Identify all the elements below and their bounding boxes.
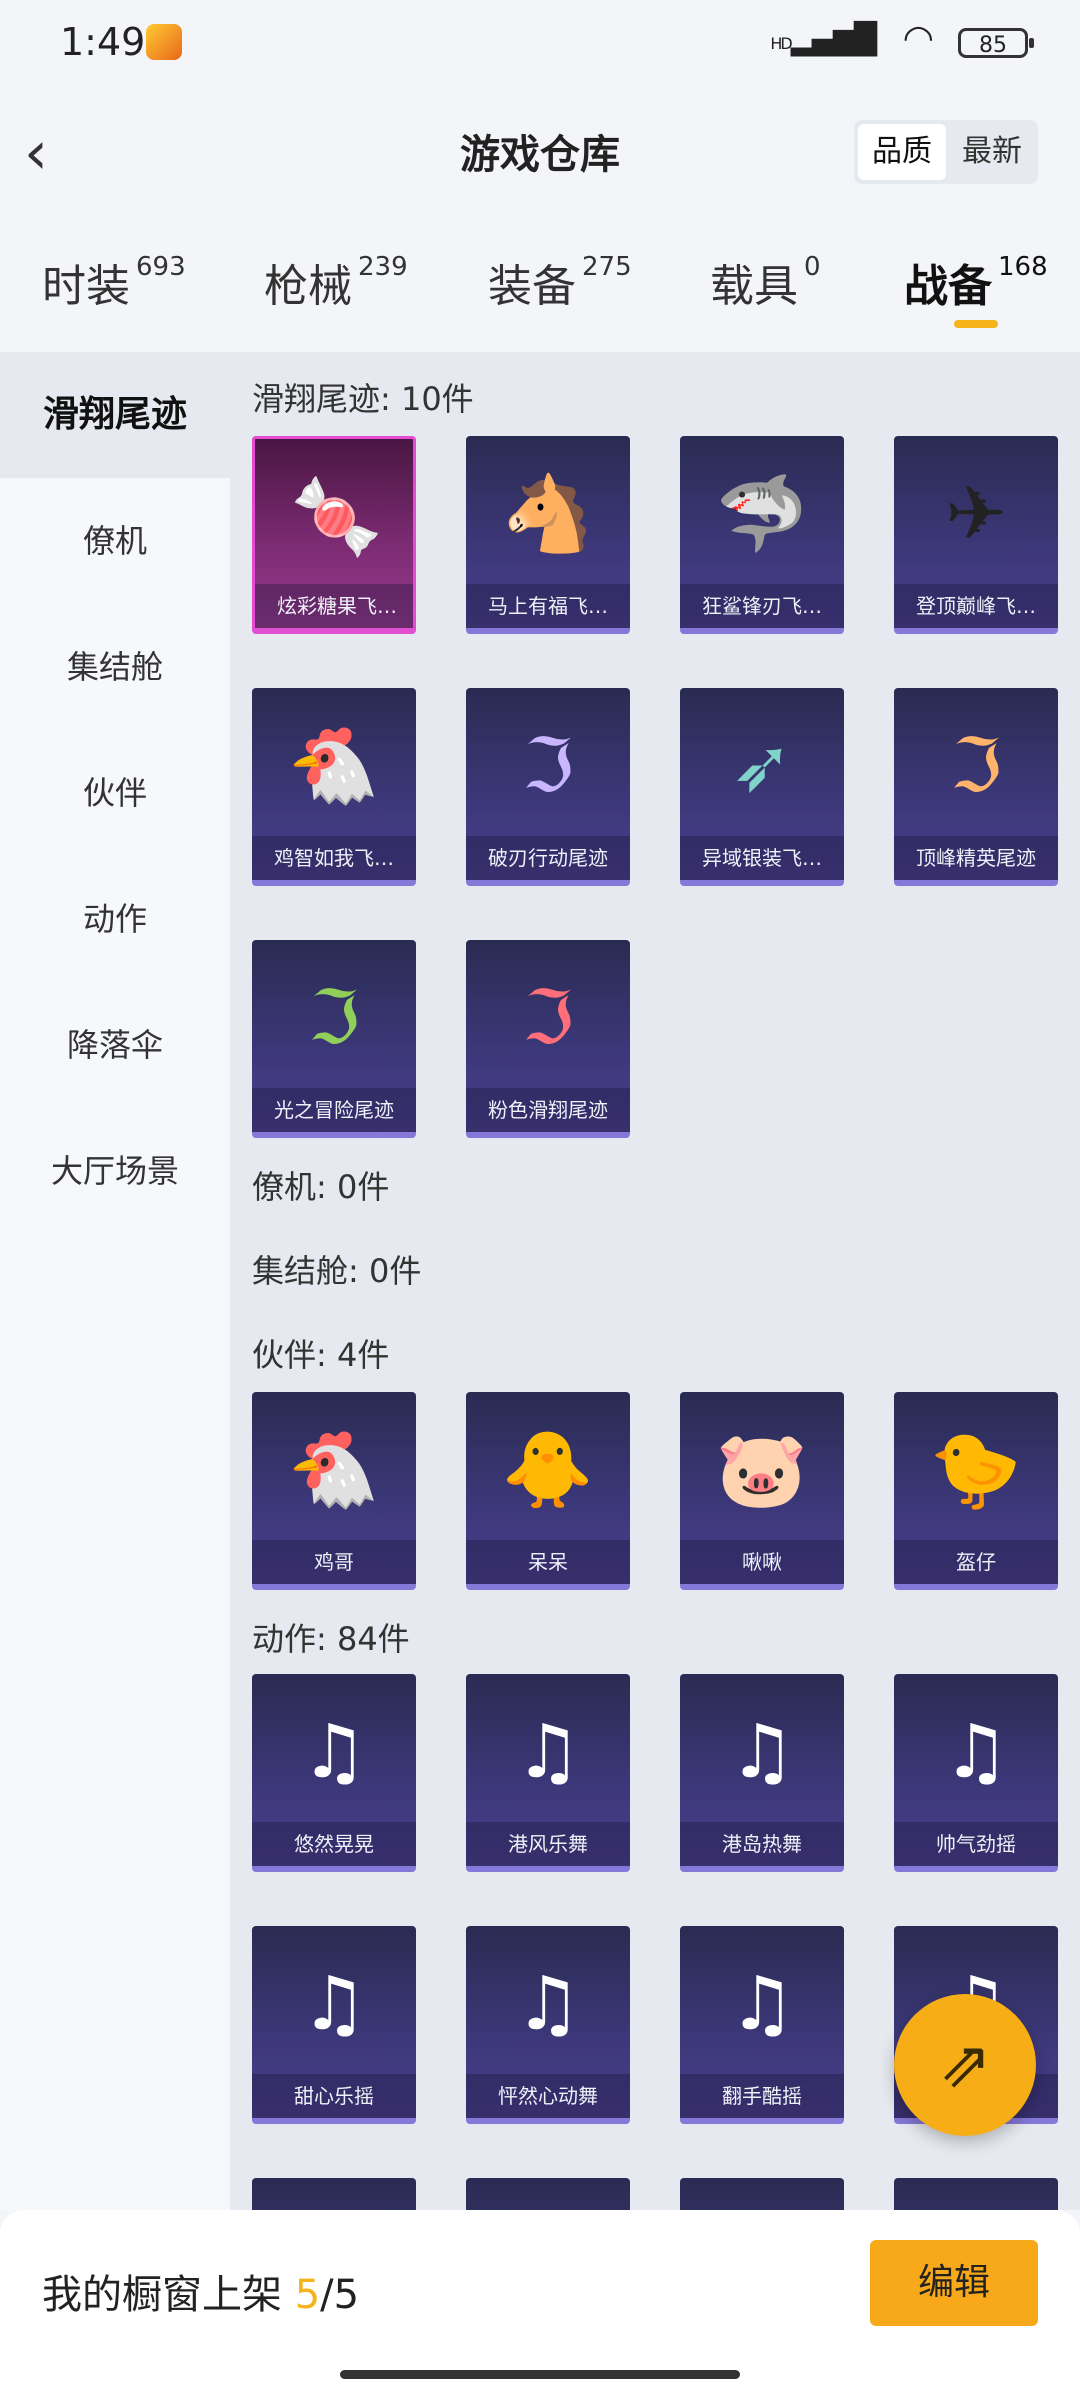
item-card[interactable] [894, 2178, 1058, 2210]
chicken-icon: 🐔 [287, 723, 381, 809]
item-card[interactable]: ♫ 翻手酷摇 [680, 1926, 844, 2124]
sidebar-item-wingman[interactable]: 僚机 [0, 478, 230, 604]
sidebar-item-glide-trail[interactable]: 滑翔尾迹 [0, 352, 230, 478]
candy-trail-icon: 🍬 [290, 474, 384, 560]
item-card[interactable]: ♫ 帅气劲摇 [894, 1674, 1058, 1872]
item-card[interactable] [466, 2178, 630, 2210]
section-title-pod: 集结舱: 0件 [252, 1252, 422, 1290]
status-bar: 1:49 HD▂▄▆█ ◠ 85 [0, 0, 1080, 90]
tab-fashion[interactable]: 时装 693 [42, 250, 186, 320]
signal-icon: HD▂▄▆█ [770, 22, 877, 57]
sort-newest-option[interactable]: 最新 [948, 124, 1036, 180]
showcase-status: 我的橱窗上架 5/5 [42, 2272, 360, 2318]
section-title-partner: 伙伴: 4件 [252, 1336, 390, 1374]
toy-horse-icon: 🐴 [501, 471, 595, 557]
item-card[interactable] [252, 2178, 416, 2210]
edit-button[interactable]: 编辑 [870, 2240, 1038, 2326]
sort-quality-option[interactable]: 品质 [858, 124, 946, 180]
item-card[interactable]: 🐔 鸡哥 [252, 1392, 416, 1590]
smoke-trail-icon: ℑ [308, 975, 360, 1061]
item-card[interactable]: 🐔 鸡智如我飞… [252, 688, 416, 886]
sidebar-item-lobby-scene[interactable]: 大厅场景 [0, 1108, 230, 1234]
sort-toggle[interactable]: 品质 最新 [854, 120, 1038, 184]
item-card[interactable]: ℑ 粉色滑翔尾迹 [466, 940, 630, 1138]
smoke-trail-icon: ℑ [522, 975, 574, 1061]
sidebar-item-partner[interactable]: 伙伴 [0, 730, 230, 856]
dance-icon: ♫ [728, 1709, 796, 1795]
shark-icon: 🦈 [715, 471, 809, 557]
smoke-trail-icon: ℑ [522, 723, 574, 809]
item-card[interactable]: 🐤 盔仔 [894, 1392, 1058, 1590]
item-card[interactable]: 🐴 马上有福飞… [466, 436, 630, 634]
tab-guns[interactable]: 枪械 239 [264, 250, 408, 320]
dance-icon: ♫ [514, 1709, 582, 1795]
sidebar-item-emote[interactable]: 动作 [0, 856, 230, 982]
item-card[interactable]: ➶ 异域银装飞… [680, 688, 844, 886]
subcategory-sidebar: 滑翔尾迹 僚机 集结舱 伙伴 动作 降落伞 大厅场景 [0, 352, 230, 2210]
active-tab-indicator [954, 320, 998, 328]
dance-icon: ♫ [514, 1961, 582, 2047]
dance-icon: ♫ [728, 1961, 796, 2047]
share-external-icon[interactable]: ⇗ [894, 1994, 1036, 2136]
dance-icon: ♫ [300, 1961, 368, 2047]
item-card[interactable]: ♫ 港风乐舞 [466, 1674, 630, 1872]
chicken-icon: 🐔 [287, 1427, 381, 1513]
sidebar-item-parachute[interactable]: 降落伞 [0, 982, 230, 1108]
item-card[interactable]: ♫ 港岛热舞 [680, 1674, 844, 1872]
item-grid: 滑翔尾迹: 10件 🍬 炫彩糖果飞… 🐴 马上有福飞… 🦈 狂鲨锋刃飞… ✈ 登顶巅峰飞… [230, 352, 1080, 2210]
item-card[interactable]: ℑ 顶峰精英尾迹 [894, 688, 1058, 886]
item-card[interactable]: ♫ 怦然心动舞 [466, 1926, 630, 2124]
item-card[interactable]: ♫ 甜心乐摇 [252, 1926, 416, 2124]
item-card[interactable]: 🐷 啾啾 [680, 1392, 844, 1590]
item-card[interactable]: ℑ 光之冒险尾迹 [252, 940, 416, 1138]
item-card[interactable]: 🍬 炫彩糖果飞… [252, 436, 416, 634]
item-card[interactable]: ✈ 登顶巅峰飞… [894, 436, 1058, 634]
section-title-trail: 滑翔尾迹: 10件 [252, 380, 474, 418]
sidebar-item-pod[interactable]: 集结舱 [0, 604, 230, 730]
battery-icon: 85 [958, 28, 1034, 58]
pink-creature-icon: 🐷 [715, 1427, 809, 1513]
section-title-emote: 动作: 84件 [252, 1620, 410, 1658]
wing-icon: ➶ [730, 723, 793, 809]
item-card[interactable]: 🐥 呆呆 [466, 1392, 630, 1590]
smoke-trail-icon: ℑ [950, 723, 1002, 809]
wifi-icon: ◠ [902, 18, 934, 59]
tab-combat-gear[interactable]: 战备 168 [904, 250, 1048, 328]
jet-icon: ✈ [944, 471, 1007, 557]
item-card[interactable] [680, 2178, 844, 2210]
dance-icon: ♫ [300, 1709, 368, 1795]
category-tabs: 时装 693 枪械 239 装备 275 载具 0 战备 168 [0, 250, 1080, 350]
tab-equipment[interactable]: 装备 275 [488, 250, 632, 320]
item-card[interactable]: ℑ 破刃行动尾迹 [466, 688, 630, 886]
item-card[interactable]: ♫ 悠然晃晃 [252, 1674, 416, 1872]
chick-icon: 🐥 [501, 1427, 595, 1513]
dance-icon: ♫ [942, 1709, 1010, 1795]
item-card[interactable]: 🦈 狂鲨锋刃飞… [680, 436, 844, 634]
status-time: 1:49 [60, 20, 146, 64]
app-notification-icon [146, 24, 182, 60]
home-indicator[interactable] [340, 2370, 740, 2379]
helmet-chick-icon: 🐤 [929, 1427, 1023, 1513]
tab-vehicles[interactable]: 载具 0 [710, 250, 821, 320]
section-title-wingman: 僚机: 0件 [252, 1168, 390, 1206]
